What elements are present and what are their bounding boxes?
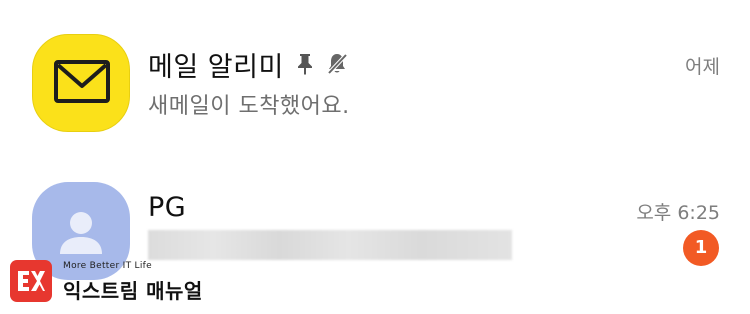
default-user-icon: [60, 212, 102, 254]
message-time: 오후 6:25: [636, 202, 720, 224]
watermark-tagline: More Better IT Life: [63, 261, 152, 271]
chat-title-line: 메일 알리미: [148, 44, 348, 84]
mute-bell-icon: [327, 53, 348, 75]
message-time: 어제: [685, 56, 720, 78]
chat-name: PG: [148, 192, 187, 223]
watermark-title: 익스트림 매뉴얼: [63, 279, 203, 303]
chat-row-mail-alert[interactable]: 메일 알리미 새메일이 도착했어요. 어제: [0, 30, 750, 150]
mail-alert-avatar: [32, 34, 130, 132]
ex-logo-icon: [18, 271, 45, 291]
redacted-message-preview: [148, 230, 512, 260]
watermark-logo: [10, 260, 52, 302]
chat-name: 메일 알리미: [148, 51, 284, 83]
unread-count-badge: 1: [683, 230, 719, 266]
site-watermark: More Better IT Life 익스트림 매뉴얼: [10, 258, 220, 306]
mail-envelope-icon: [54, 60, 110, 103]
pin-icon: [297, 54, 312, 75]
last-message-preview: 새메일이 도착했어요.: [148, 94, 350, 119]
